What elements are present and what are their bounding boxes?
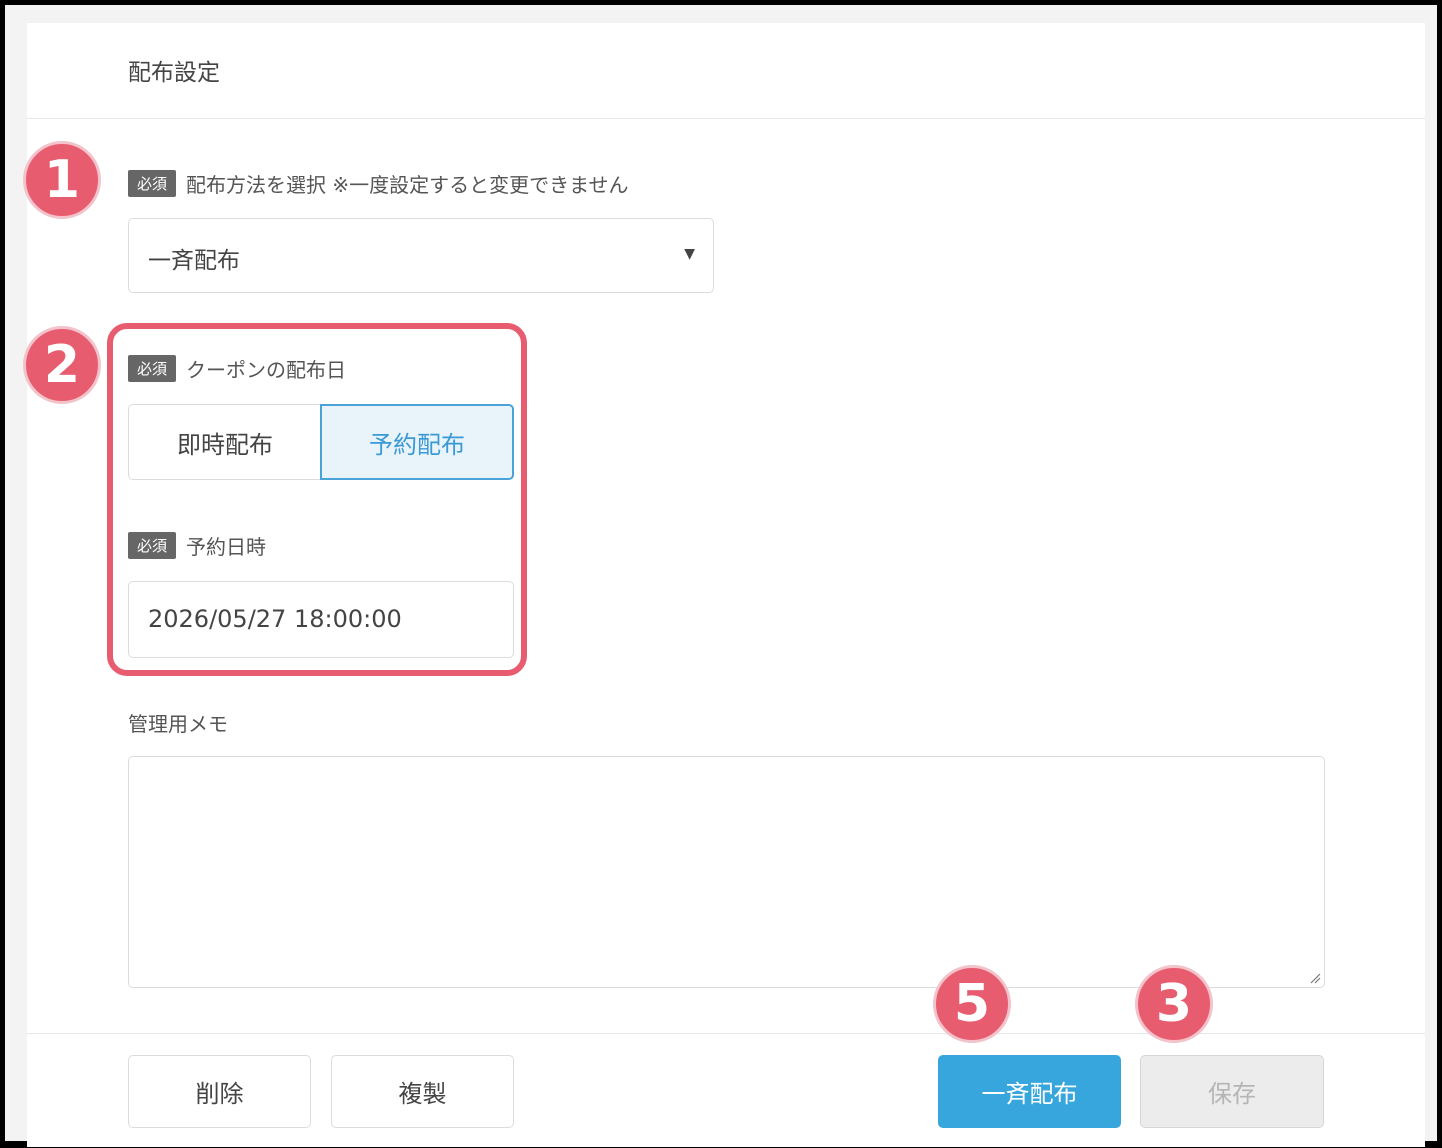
method-select-value: 一斉配布 bbox=[148, 248, 240, 274]
required-tag: 必須 bbox=[128, 170, 177, 197]
distribute-button[interactable]: 一斉配布 bbox=[938, 1055, 1121, 1128]
card-title: 配布設定 bbox=[128, 60, 220, 86]
step-badge-1: 1 bbox=[23, 141, 101, 219]
delete-button[interactable]: 削除 bbox=[128, 1055, 311, 1128]
save-button[interactable]: 保存 bbox=[1140, 1055, 1324, 1128]
step-badge-3: 3 bbox=[1135, 965, 1213, 1043]
method-label-row: 必須 配布方法を選択 ※一度設定すると変更できません bbox=[128, 169, 629, 198]
card-header: 配布設定 bbox=[27, 23, 1425, 119]
copy-button[interactable]: 複製 bbox=[331, 1055, 514, 1128]
step-badge-5: 5 bbox=[933, 965, 1011, 1043]
method-select[interactable]: 一斉配布 ▼ bbox=[128, 218, 714, 293]
memo-label: 管理用メモ bbox=[128, 712, 228, 736]
screenshot-frame: 配布設定 必須 配布方法を選択 ※一度設定すると変更できません 一斉配布 ▼ 必… bbox=[5, 5, 1437, 1147]
method-label: 配布方法を選択 ※一度設定すると変更できません bbox=[186, 173, 629, 197]
memo-textarea[interactable] bbox=[128, 756, 1325, 988]
dropdown-arrow-icon: ▼ bbox=[684, 246, 695, 262]
distribution-date-highlight bbox=[107, 323, 527, 676]
step-badge-2: 2 bbox=[23, 326, 101, 404]
resize-grip-icon[interactable] bbox=[1309, 972, 1321, 984]
